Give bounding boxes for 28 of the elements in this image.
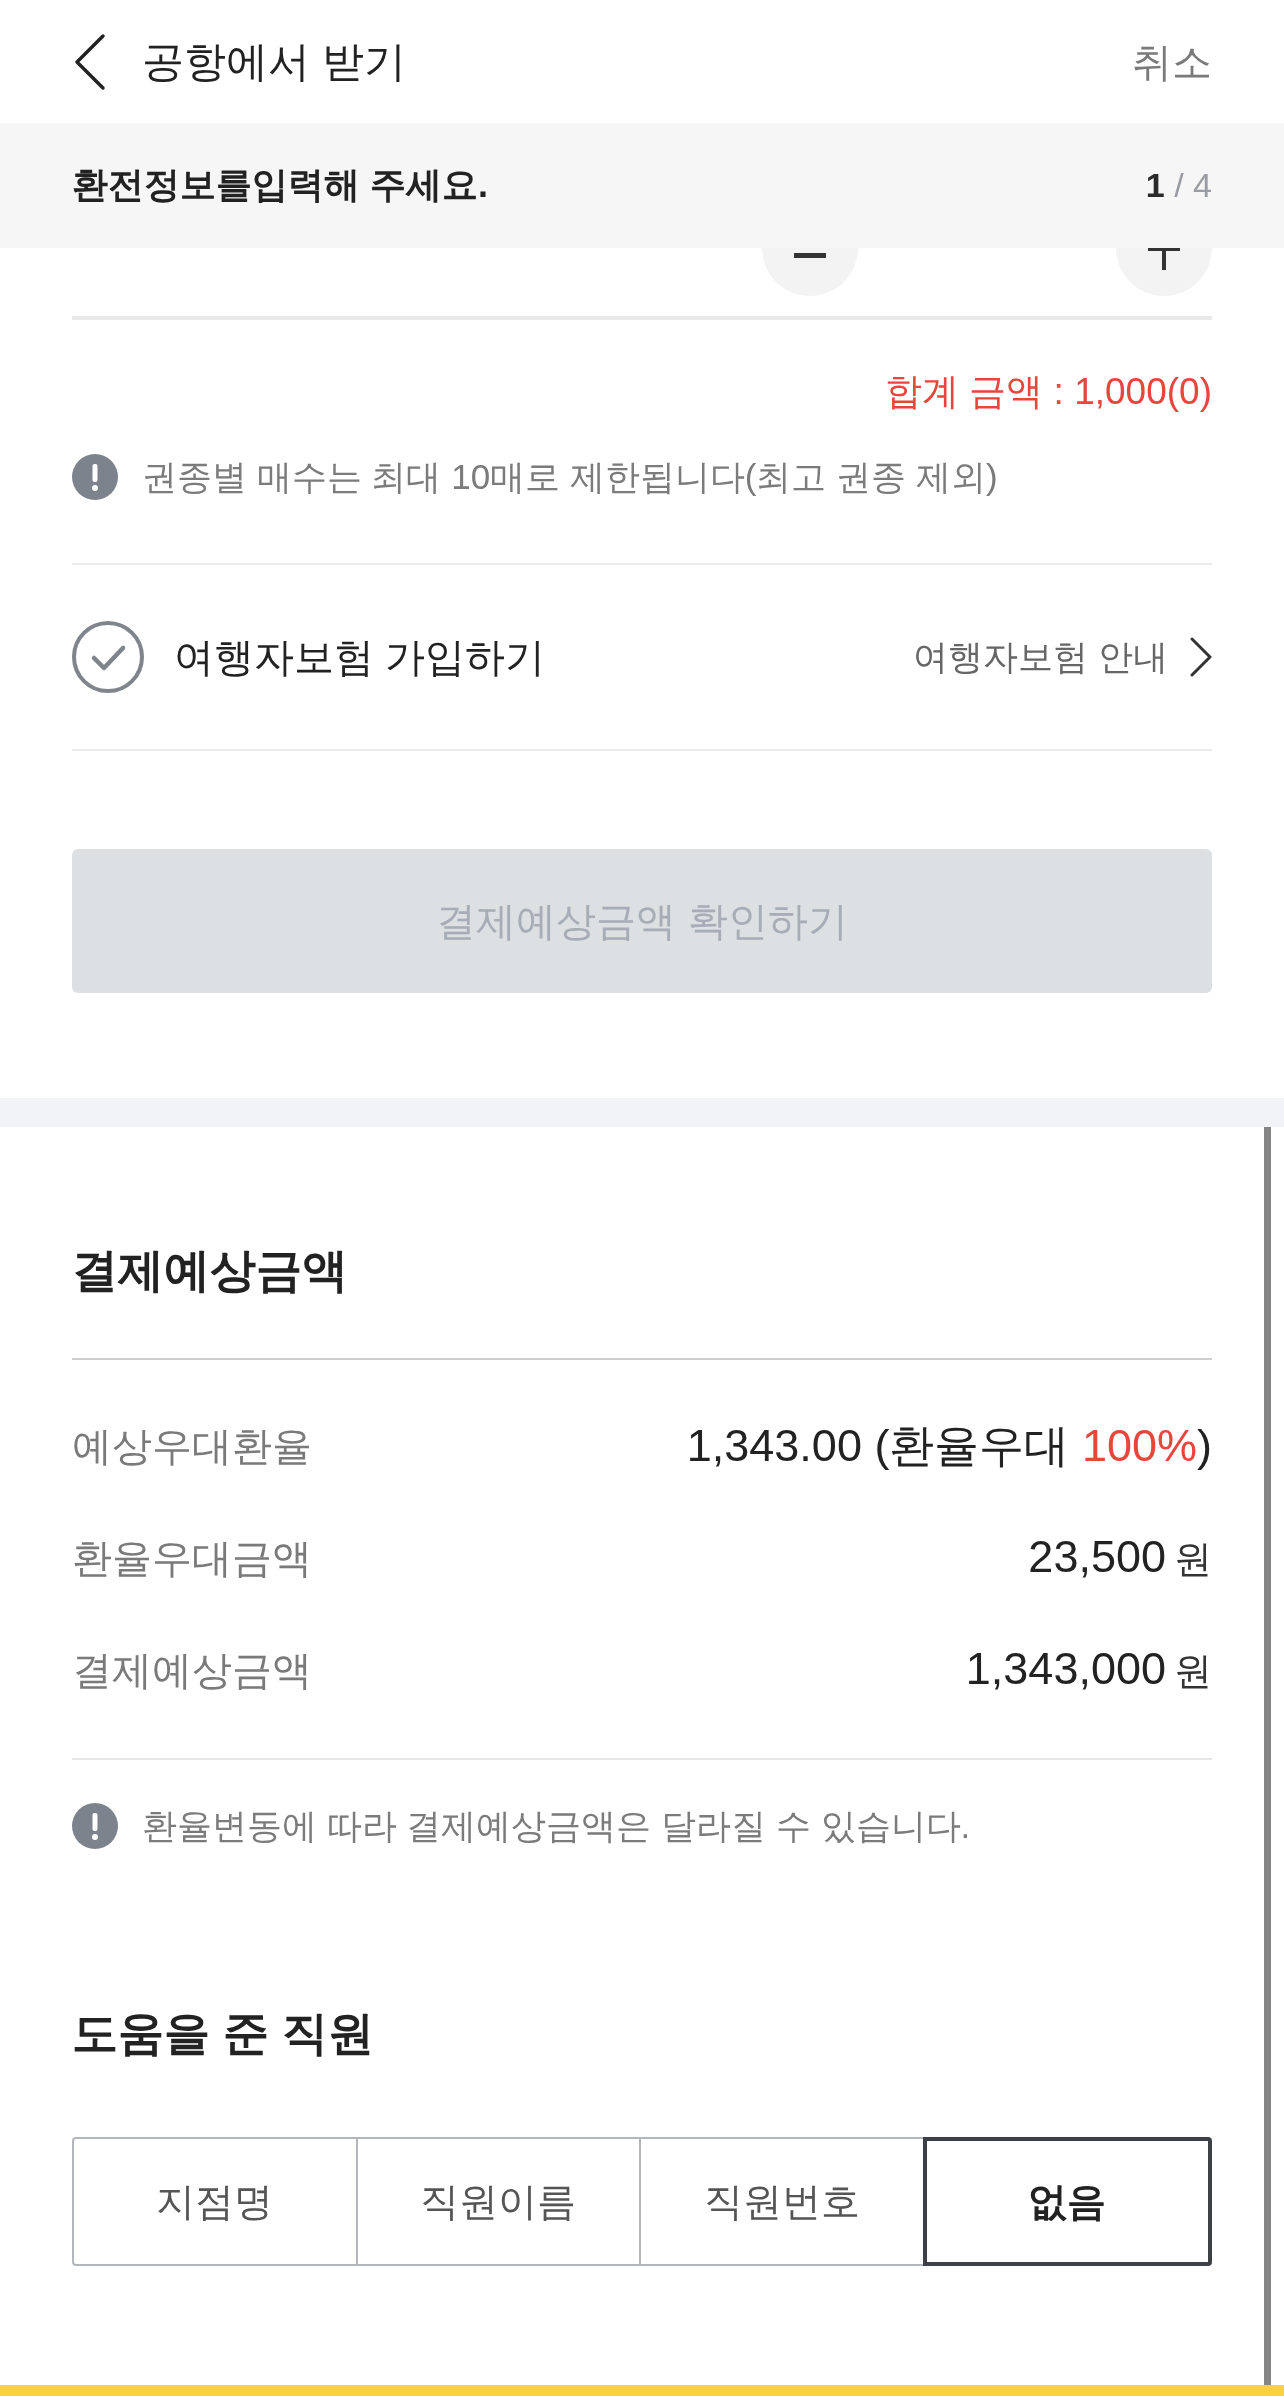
rate-notice: 환율변동에 따라 결제예상금액은 달라질 수 있습니다.: [142, 1804, 971, 1847]
limit-notice: 권종별 매수는 최대 10매로 제한됩니다(최고 권종 제외): [142, 455, 998, 498]
cancel-button[interactable]: 취소: [1132, 35, 1212, 88]
minus-icon: [794, 253, 826, 258]
total-amount: 합계 금액 : 1,000(0): [885, 370, 1212, 414]
partial-plus-icon: [1148, 248, 1180, 270]
row-label: 예상우대환율: [72, 1422, 312, 1470]
staff-option-tab[interactable]: 직원이름: [355, 2137, 641, 2266]
row-label: 환율우대금액: [72, 1534, 312, 1582]
step-counter: 1 / 4: [1145, 166, 1212, 205]
rate-value: 1,343.00 (환율우대 100%): [686, 1419, 1212, 1473]
staff-option-tab[interactable]: 지점명: [72, 2137, 358, 2266]
chevron-right-icon: [1190, 637, 1212, 677]
banner-message: 환전정보를입력해 주세요.: [72, 163, 488, 207]
back-button[interactable]: [72, 32, 106, 91]
staff-option-tab[interactable]: 없음: [922, 2137, 1212, 2266]
insurance-checkbox[interactable]: 여행자보험 가입하기: [72, 621, 546, 693]
info-icon: [72, 1803, 118, 1849]
section-title: 결제예상금액: [72, 1243, 348, 1298]
insurance-info-link[interactable]: 여행자보험 안내: [913, 633, 1212, 681]
amount-value: 23,500 원: [1028, 1531, 1212, 1584]
info-icon: [72, 454, 118, 500]
chevron-left-icon: [72, 32, 106, 91]
row-label: 결제예상금액: [72, 1646, 312, 1694]
page-title: 공항에서 받기: [142, 36, 406, 87]
section-title: 도움을 준 직원: [72, 2006, 374, 2061]
amount-value: 1,343,000 원: [965, 1643, 1212, 1696]
staff-option-tab[interactable]: 직원번호: [639, 2137, 925, 2266]
